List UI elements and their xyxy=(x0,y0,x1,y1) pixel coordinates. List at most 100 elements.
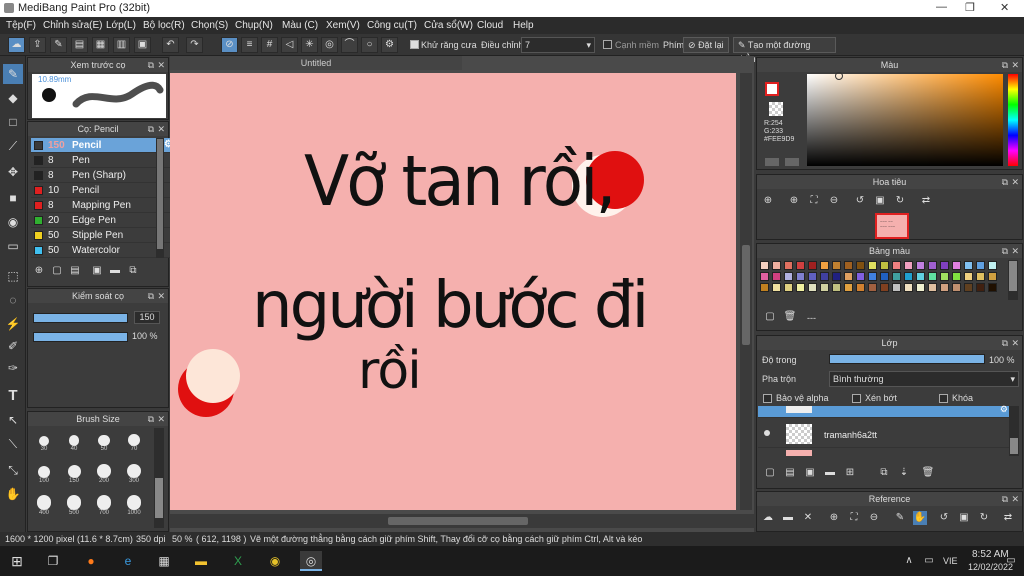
parallel-snap-icon[interactable]: ≡ xyxy=(241,37,258,53)
ref-rotate-left-icon[interactable]: ↺ xyxy=(937,511,951,525)
divide-tool-icon[interactable]: ⟍ xyxy=(3,434,23,454)
correction-select[interactable]: 7 ▾ xyxy=(521,37,595,53)
edge-icon[interactable]: e xyxy=(117,551,139,571)
brush-size-option[interactable]: 400 xyxy=(30,492,58,516)
new-layer-icon[interactable]: ▢ xyxy=(763,466,777,480)
panel-icon[interactable]: ▦ xyxy=(92,37,109,53)
canvas-horizontal-scrollbar[interactable] xyxy=(170,514,754,528)
select-eraser-tool-icon[interactable]: ✑ xyxy=(3,358,23,378)
zoom-in-icon[interactable]: ⊕ xyxy=(761,194,775,208)
ref-hand-icon[interactable]: ✋ xyxy=(913,511,927,525)
ref-flip-icon[interactable]: ⇄ xyxy=(1001,511,1015,525)
ellipse-snap-icon[interactable]: ○ xyxy=(361,37,378,53)
palette-swatch[interactable] xyxy=(760,272,769,281)
snap-off-icon[interactable]: ⊘ xyxy=(221,37,238,53)
popout-icon[interactable]: ⧉ xyxy=(1002,244,1008,258)
line-tool-icon[interactable]: ⟋ xyxy=(3,136,23,156)
palette-swatch[interactable] xyxy=(832,272,841,281)
close-icon[interactable]: ✕ xyxy=(1011,58,1019,72)
layer-settings-icon[interactable]: ⚙ xyxy=(1000,404,1008,415)
brush-size-scrollbar[interactable] xyxy=(154,428,164,528)
palette-swatch[interactable] xyxy=(832,283,841,292)
menu-layer[interactable]: Lớp(L) xyxy=(106,20,136,31)
close-icon[interactable]: ✕ xyxy=(1011,492,1019,506)
palette-swatch[interactable] xyxy=(784,283,793,292)
palette-swatch[interactable] xyxy=(916,283,925,292)
palette-swatch[interactable] xyxy=(808,272,817,281)
palette-swatch[interactable] xyxy=(904,283,913,292)
palette-swatch[interactable] xyxy=(868,261,877,270)
comment-icon[interactable]: ✎ xyxy=(50,37,67,53)
brush-size-option[interactable]: 500 xyxy=(60,492,88,516)
popout-icon[interactable]: ⧉ xyxy=(148,289,154,303)
close-button[interactable]: ✕ xyxy=(1000,1,1009,14)
ref-rotate-right-icon[interactable]: ↻ xyxy=(977,511,991,525)
menu-view[interactable]: Xem(V) xyxy=(326,20,360,31)
close-icon[interactable]: ✕ xyxy=(1011,336,1019,350)
windows-start-icon[interactable]: ⊞ xyxy=(6,551,28,571)
menu-window[interactable]: Cửa sổ(W) xyxy=(424,20,473,31)
menu-help[interactable]: Help xyxy=(513,20,534,31)
brush-size-option[interactable]: 30 xyxy=(30,428,58,452)
palette-swatch[interactable] xyxy=(760,283,769,292)
new-8bit-layer-icon[interactable]: ▣ xyxy=(803,466,817,480)
palette-swatch[interactable] xyxy=(952,272,961,281)
new-folder-icon[interactable]: ▬ xyxy=(823,466,837,480)
palette-swatch[interactable] xyxy=(892,261,901,270)
ref-fit-window-icon[interactable]: ▣ xyxy=(957,511,971,525)
store-icon[interactable]: ▦ xyxy=(153,551,175,571)
palette-swatch[interactable] xyxy=(976,261,985,270)
brush-size-slider[interactable] xyxy=(33,313,128,323)
fill-rect-tool-icon[interactable]: ■ xyxy=(3,188,23,208)
zoom-in-2-icon[interactable]: ⊕ xyxy=(787,194,801,208)
ref-zoom-in-icon[interactable]: ⊕ xyxy=(827,511,841,525)
navigator-thumbnail[interactable]: ~~~ ~~ ~~~ ~~~ xyxy=(875,213,909,239)
ref-cloud-icon[interactable]: ☁ xyxy=(761,511,775,525)
menu-tools[interactable]: Công cụ(T) xyxy=(367,20,417,31)
palette-swatch[interactable] xyxy=(964,283,973,292)
popout-icon[interactable]: ⧉ xyxy=(1002,175,1008,189)
brush-size-option[interactable]: 300 xyxy=(120,460,148,484)
menu-filter[interactable]: Bộ lọc(R) xyxy=(143,20,185,31)
palette-swatch[interactable] xyxy=(904,272,913,281)
palette-swatch[interactable] xyxy=(880,272,889,281)
palette-swatch[interactable] xyxy=(796,283,805,292)
palette-swatch[interactable] xyxy=(904,261,913,270)
menu-file[interactable]: Tệp(F) xyxy=(6,20,36,31)
palette-delete-icon[interactable]: 🗑 xyxy=(783,310,797,324)
menu-cloud[interactable]: Cloud xyxy=(477,20,503,31)
layer-visibility-icon[interactable] xyxy=(764,430,770,436)
undo-icon[interactable]: ↶ xyxy=(162,37,179,53)
palette-scrollbar[interactable] xyxy=(1008,260,1018,300)
brush-list-scrollbar[interactable] xyxy=(156,138,164,258)
brush-size-option[interactable]: 1000 xyxy=(120,492,148,516)
close-icon[interactable]: ✕ xyxy=(157,412,165,426)
zoom-out-icon[interactable]: ⊖ xyxy=(827,194,841,208)
popout-icon[interactable]: ⧉ xyxy=(148,412,154,426)
rotate-left-icon[interactable]: ↺ xyxy=(853,194,867,208)
protect-alpha-checkbox[interactable] xyxy=(763,394,772,403)
palette-swatch[interactable] xyxy=(844,261,853,270)
palette-swatch[interactable] xyxy=(820,272,829,281)
eraser-tool-icon[interactable]: ◆ xyxy=(3,88,23,108)
share-icon[interactable]: ⇪ xyxy=(29,37,46,53)
redo-icon[interactable]: ↷ xyxy=(186,37,203,53)
palette-swatch[interactable] xyxy=(928,283,937,292)
palette-swatch[interactable] xyxy=(820,283,829,292)
rotate-right-icon[interactable]: ↻ xyxy=(893,194,907,208)
brush-tool-icon[interactable]: ✎ xyxy=(3,64,23,84)
curve-snap-icon[interactable]: ⌒ xyxy=(341,37,358,53)
maximize-button[interactable]: ❐ xyxy=(965,1,975,14)
palette-swatch[interactable] xyxy=(940,261,949,270)
brush-size-field[interactable]: 150 xyxy=(134,311,160,324)
palette-swatch[interactable] xyxy=(760,261,769,270)
language-indicator[interactable]: VIE xyxy=(943,556,958,566)
new-brush-icon[interactable]: ▢ xyxy=(50,264,64,278)
palette-swatch[interactable] xyxy=(856,272,865,281)
palette-swatch[interactable] xyxy=(940,272,949,281)
palette-swatch[interactable] xyxy=(856,261,865,270)
radial-snap-icon[interactable]: ✳ xyxy=(301,37,318,53)
color-dropper-left-icon[interactable] xyxy=(765,158,779,166)
firefox-icon[interactable]: ● xyxy=(80,551,102,571)
brush-import-icon[interactable]: ▣ xyxy=(90,264,104,278)
